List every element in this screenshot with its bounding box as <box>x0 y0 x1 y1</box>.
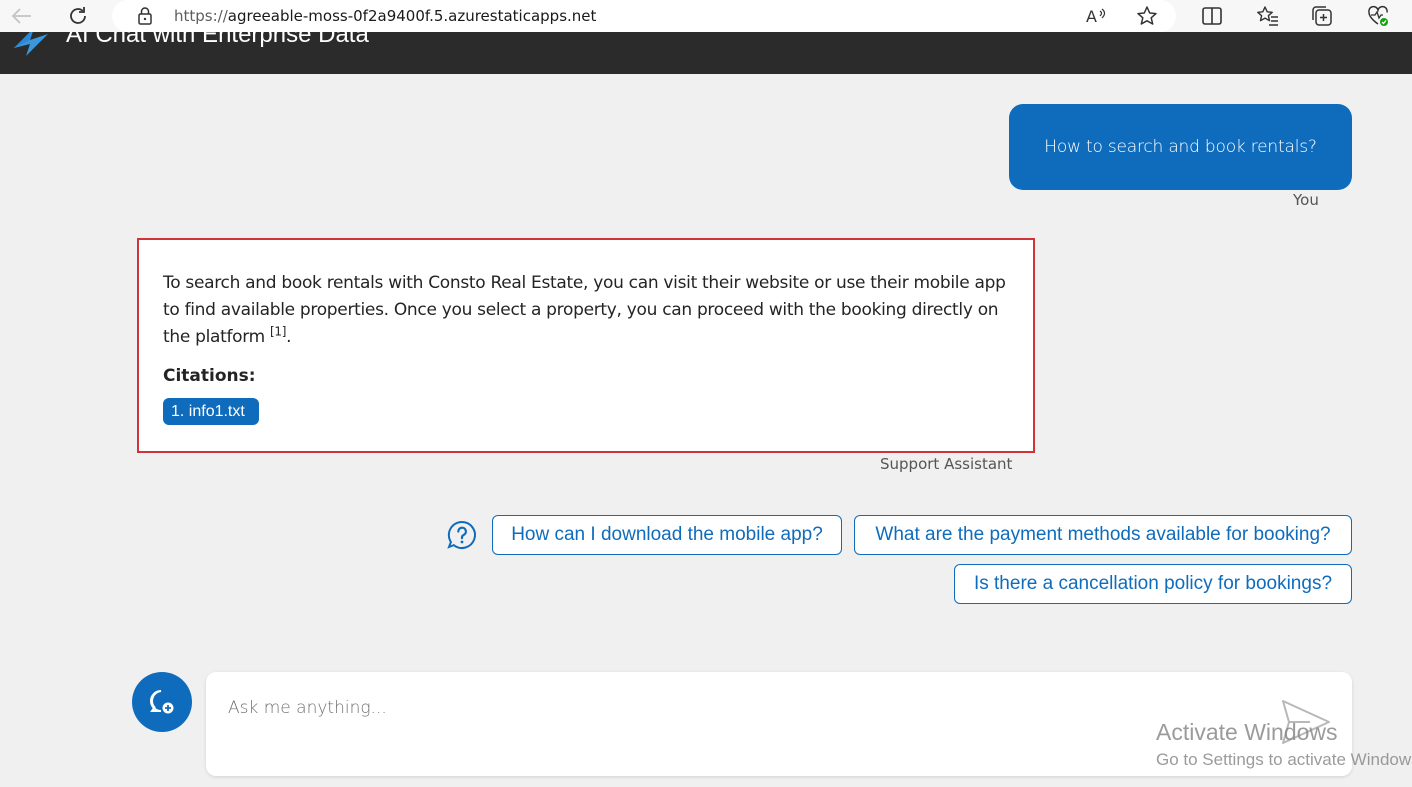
read-aloud-icon[interactable]: A <box>1084 4 1110 28</box>
assistant-answer-end: . <box>286 327 292 347</box>
assistant-message-text: To search and book rentals with Consto R… <box>163 270 1015 351</box>
citation-marker[interactable]: [1] <box>270 324 286 338</box>
chat-input-placeholder[interactable]: Ask me anything... <box>228 698 387 718</box>
browser-toolbar: https://agreeable-moss-0f2a9400f.5.azure… <box>0 0 1412 32</box>
svg-text:A: A <box>1086 7 1097 26</box>
citation-link[interactable]: 1. info1.txt <box>163 398 259 425</box>
collections-icon[interactable] <box>1310 4 1336 28</box>
citations-heading: Citations: <box>163 366 256 386</box>
app-header: AI Chat with Enterprise Data <box>0 32 1412 74</box>
activate-windows-subtitle: Go to Settings to activate Windows. <box>1156 750 1412 769</box>
assistant-label: Support Assistant <box>880 455 1013 473</box>
question-bubble-icon <box>447 520 476 549</box>
address-bar[interactable]: https://agreeable-moss-0f2a9400f.5.azure… <box>112 0 1176 32</box>
favorite-star-icon[interactable] <box>1134 4 1160 28</box>
url-text[interactable]: https://agreeable-moss-0f2a9400f.5.azure… <box>174 7 596 25</box>
new-chat-icon <box>150 690 174 714</box>
app-title: AI Chat with Enterprise Data <box>66 32 369 48</box>
assistant-message-card: To search and book rentals with Consto R… <box>137 238 1035 453</box>
browser-essentials-icon[interactable] <box>1365 4 1391 28</box>
suggestion-download-app[interactable]: How can I download the mobile app? <box>492 515 842 555</box>
user-message-text: How to search and book rentals? <box>1044 137 1317 157</box>
suggestion-cancellation-policy[interactable]: Is there a cancellation policy for booki… <box>954 564 1352 604</box>
user-message-bubble: How to search and book rentals? <box>1009 104 1352 190</box>
app-logo-icon <box>14 32 48 56</box>
lock-icon[interactable] <box>132 4 158 28</box>
refresh-icon[interactable] <box>65 4 91 28</box>
back-icon[interactable] <box>9 4 35 28</box>
activate-windows-watermark: Activate Windows <box>1156 719 1338 745</box>
favorites-icon[interactable] <box>1255 4 1281 28</box>
new-chat-button[interactable] <box>132 672 192 732</box>
user-label: You <box>1293 191 1319 209</box>
suggestion-payment-methods[interactable]: What are the payment methods available f… <box>854 515 1352 555</box>
split-screen-icon[interactable] <box>1199 4 1225 28</box>
